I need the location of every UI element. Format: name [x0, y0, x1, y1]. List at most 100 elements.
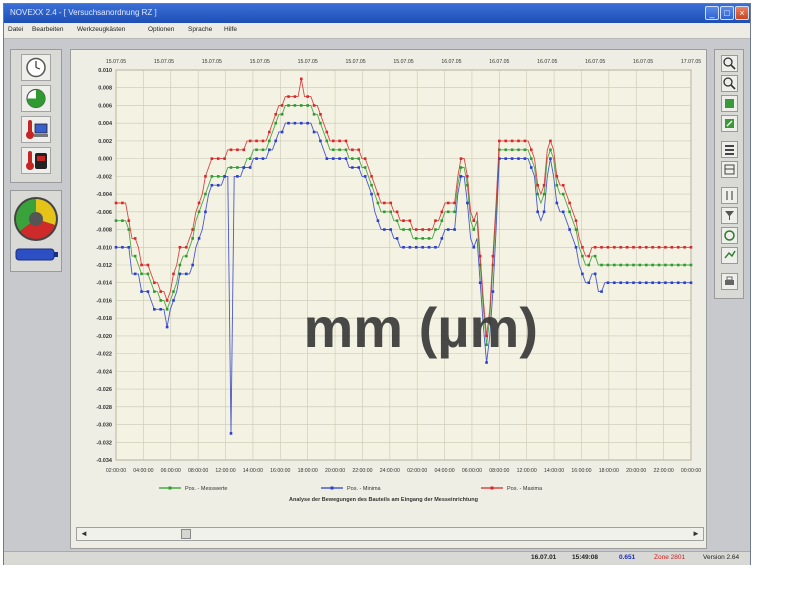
pie-timer-button[interactable] — [21, 85, 51, 112]
top-date-label: 16.07.05 — [441, 59, 461, 65]
data-point — [600, 263, 603, 267]
data-point — [261, 148, 265, 152]
x-tick-label: 14:00:00 — [544, 468, 564, 474]
top-date-label: 15.07.05 — [202, 59, 222, 65]
data-point — [236, 166, 239, 169]
data-point — [204, 210, 207, 214]
export-green-button[interactable] — [721, 115, 738, 132]
data-point — [357, 166, 361, 169]
sort-button[interactable] — [721, 187, 738, 204]
close-button[interactable]: × — [735, 6, 749, 20]
data-point — [632, 281, 635, 285]
thermometer-meter-button[interactable] — [21, 147, 51, 174]
status-date: 16.07.01 — [531, 554, 557, 561]
clock-icon — [26, 57, 46, 78]
data-point — [210, 175, 214, 178]
maximize-button[interactable]: □ — [720, 6, 734, 20]
data-point — [434, 228, 437, 231]
data-point — [542, 210, 546, 214]
refresh-button[interactable] — [721, 227, 738, 244]
data-point — [434, 245, 437, 249]
data-point — [325, 130, 329, 134]
data-point — [242, 166, 246, 169]
data-point — [274, 113, 278, 116]
menu-datei[interactable]: Datei — [8, 26, 23, 33]
data-point — [146, 290, 150, 293]
menu-hilfe[interactable]: Hilfe — [224, 26, 237, 33]
fit-green-button[interactable] — [721, 95, 738, 112]
list-button[interactable] — [721, 141, 738, 158]
data-point — [216, 183, 220, 187]
y-tick-label: 0.010 — [98, 68, 112, 74]
data-point — [204, 192, 207, 196]
data-point — [568, 201, 571, 205]
data-point — [644, 263, 648, 267]
data-point — [478, 281, 482, 285]
data-point — [127, 219, 131, 222]
data-point — [581, 272, 584, 276]
data-point — [466, 201, 469, 205]
x-tick-label: 12:00:00 — [215, 468, 235, 474]
data-point — [587, 254, 591, 258]
zoom-out-icon — [723, 77, 736, 90]
scroll-thumb[interactable] — [181, 529, 191, 539]
thermometer-pc-button[interactable] — [21, 116, 51, 143]
scroll-right-button[interactable]: ► — [690, 529, 702, 539]
data-point — [178, 245, 182, 249]
data-point — [427, 245, 431, 249]
data-point — [402, 219, 405, 222]
data-point — [376, 201, 380, 205]
y-tick-label: -0.002 — [96, 174, 112, 180]
data-point — [606, 281, 610, 285]
scroll-left-button[interactable]: ◄ — [78, 529, 90, 539]
data-point — [351, 166, 354, 169]
data-point — [287, 104, 290, 107]
data-point — [395, 237, 399, 240]
zoom-out-button[interactable] — [721, 75, 738, 92]
data-point — [408, 228, 412, 231]
data-point — [140, 263, 143, 267]
menu-sprache[interactable]: Sprache — [188, 26, 212, 33]
data-point — [172, 299, 175, 302]
data-point — [568, 210, 571, 214]
data-point — [619, 245, 623, 249]
menu-werkzeugkaesten[interactable]: Werkzeugkästen — [77, 26, 125, 33]
data-point — [472, 228, 476, 231]
data-point — [268, 148, 271, 152]
clock-button[interactable] — [21, 54, 51, 81]
settings-button[interactable] — [721, 247, 738, 264]
data-point — [114, 201, 118, 205]
horizontal-scrollbar[interactable]: ◄ ► — [76, 527, 704, 541]
data-point — [644, 245, 648, 249]
data-point — [331, 139, 335, 143]
data-point — [587, 263, 591, 267]
chart-annotation: Analyse der Bewegungen des Bauteils am E… — [289, 497, 478, 503]
data-point — [491, 254, 495, 258]
x-tick-label: 12:00:00 — [517, 468, 537, 474]
menu-bearbeiten[interactable]: Bearbeiten — [32, 26, 63, 33]
top-date-label: 16.07.05 — [633, 59, 653, 65]
table-button[interactable] — [721, 161, 738, 178]
y-tick-label: -0.004 — [96, 192, 113, 198]
top-date-label: 15.07.05 — [345, 59, 365, 65]
data-point — [613, 263, 616, 267]
data-point — [229, 166, 233, 169]
data-point — [319, 139, 322, 143]
data-point — [421, 228, 424, 231]
data-point — [153, 281, 156, 285]
data-point — [434, 219, 437, 222]
data-point — [568, 228, 571, 231]
filter-button[interactable] — [721, 207, 738, 224]
data-point — [216, 157, 220, 160]
top-date-label: 16.07.05 — [537, 59, 557, 65]
minimize-button[interactable]: _ — [705, 6, 719, 20]
data-point — [446, 210, 450, 214]
data-point — [395, 219, 399, 222]
pie-timer-icon — [26, 88, 46, 109]
print-button[interactable] — [721, 273, 738, 290]
data-point — [184, 254, 188, 258]
data-point — [261, 157, 265, 160]
data-point — [421, 237, 424, 240]
menu-optionen[interactable]: Optionen — [148, 26, 174, 33]
zoom-in-button[interactable] — [721, 55, 738, 72]
